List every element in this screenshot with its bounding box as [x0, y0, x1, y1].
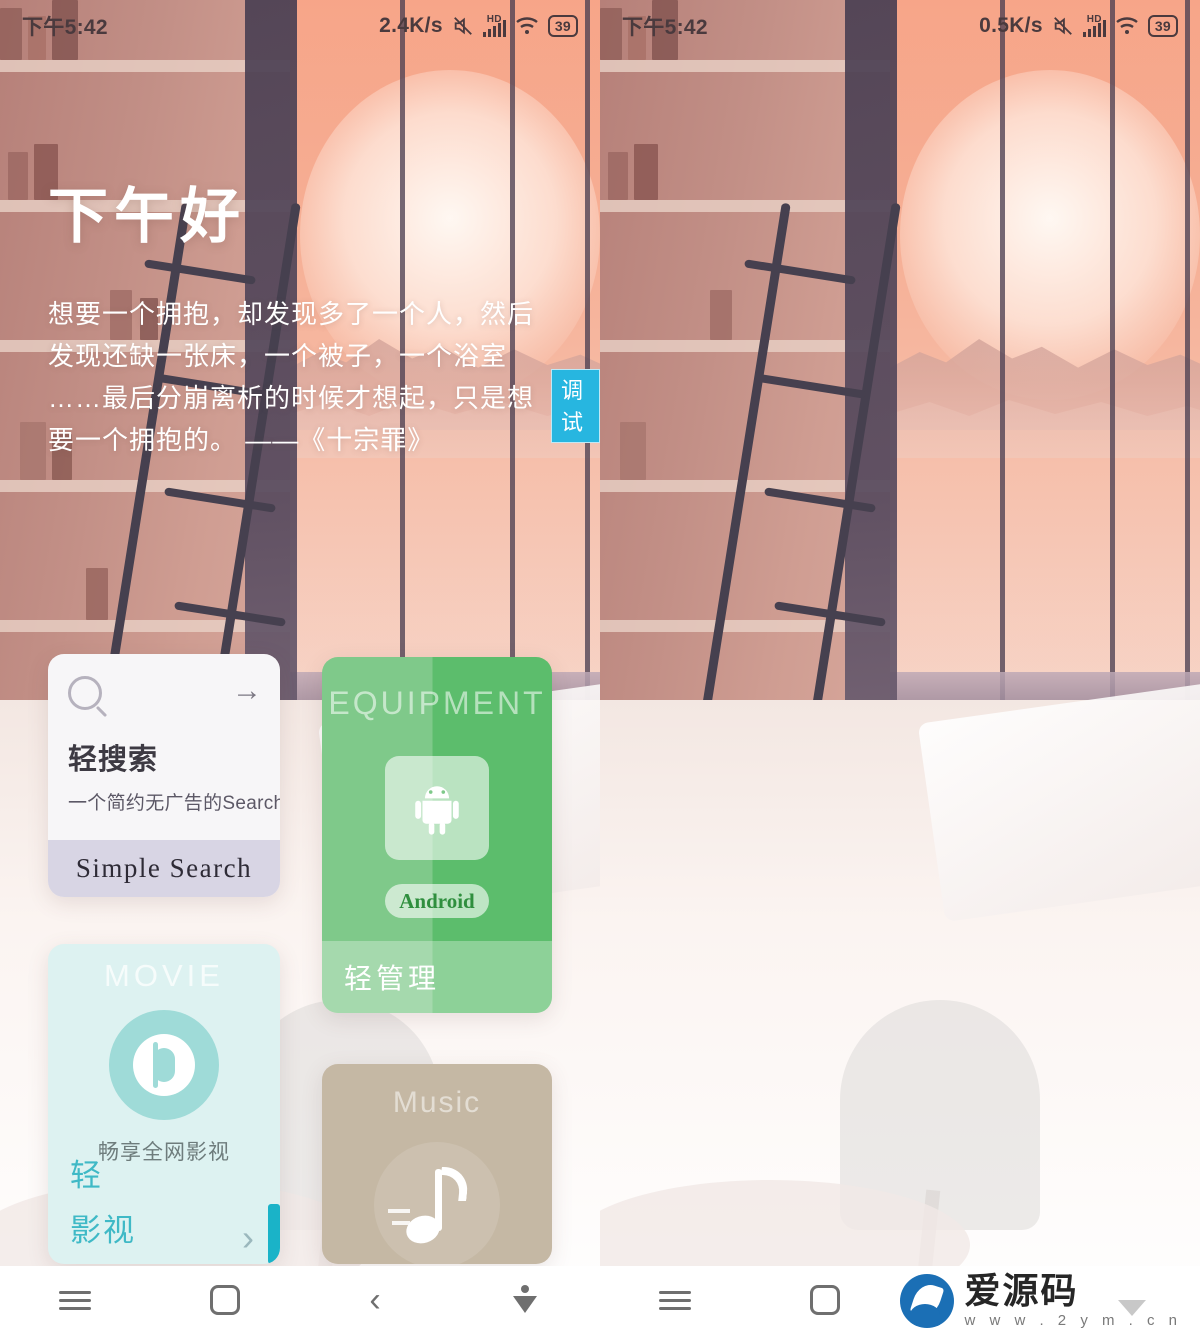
search-card-body: → 轻搜索 一个简约无广告的Search — [48, 654, 280, 840]
android-icon — [385, 756, 489, 860]
watermark: 爱源码 w w w . 2 y m . c n — [900, 1273, 1182, 1328]
left-phone-panel: 下午5:42 2.4K/s HD 39 下午好 想要一个拥抱，却发现多了一个人，… — [0, 0, 600, 1334]
ladder-rung — [164, 487, 276, 513]
chevron-right-icon[interactable]: › — [242, 1220, 254, 1256]
watermark-url: w w w . 2 y m . c n — [964, 1312, 1182, 1329]
card-music[interactable]: Music — [322, 1064, 552, 1264]
wifi-icon — [515, 16, 539, 36]
book — [86, 568, 108, 620]
window-mullion — [1000, 0, 1005, 700]
ladder-rung — [744, 259, 856, 285]
menu-icon — [659, 1286, 691, 1315]
ladder — [694, 200, 930, 760]
nav-back-button[interactable]: ‹ — [300, 1283, 450, 1317]
book — [620, 422, 646, 480]
mute-icon — [452, 15, 474, 37]
window-mullion — [1110, 0, 1115, 700]
sun-glow — [900, 70, 1200, 400]
arrow-right-icon[interactable]: → — [232, 676, 262, 706]
search-card-subtitle: 一个简约无广告的Search — [68, 793, 280, 814]
book — [634, 144, 658, 200]
movie-accent-tab — [268, 1204, 280, 1264]
download-icon — [510, 1285, 540, 1315]
ladder-rung — [754, 373, 866, 399]
debug-badge[interactable]: 调试 — [551, 369, 600, 443]
watermark-text: 爱源码 w w w . 2 y m . c n — [964, 1270, 1182, 1329]
card-equipment[interactable]: EQUIPMENT Android 轻管理 — [322, 657, 552, 1013]
search-icon — [68, 676, 102, 710]
signal-icon: HD — [1082, 15, 1106, 37]
battery-icon: 39 — [1147, 15, 1178, 37]
wallpaper-illustration — [600, 0, 1200, 1334]
nav-menu-button[interactable] — [0, 1286, 150, 1315]
greeting-quote: 想要一个拥抱，却发现多了一个人，然后发现还缺一张床，一个被子，一个浴室 ……最后… — [48, 299, 535, 456]
beats-logo-icon — [109, 1010, 219, 1120]
site-logo-icon — [900, 1273, 955, 1328]
music-header: Music — [392, 1086, 482, 1119]
status-bar: 下午5:42 0.5K/s HD 39 — [600, 0, 1200, 52]
card-movie[interactable]: MOVIE 畅享全网影视 轻 影视 › — [48, 944, 280, 1264]
nav-menu-button[interactable] — [600, 1286, 750, 1315]
wifi-icon — [1115, 16, 1139, 36]
signal-icon: HD — [482, 15, 506, 37]
nav-download-button[interactable] — [450, 1285, 600, 1315]
battery-icon: 39 — [547, 15, 578, 37]
watermark-caret-icon — [1118, 1300, 1146, 1316]
movie-line2: 影视 — [70, 1213, 136, 1248]
navigation-bar: ‹ — [0, 1266, 600, 1334]
movie-line1: 轻 — [70, 1158, 103, 1193]
music-note-icon — [374, 1142, 500, 1264]
book — [20, 422, 46, 480]
status-icons: 0.5K/s HD 39 — [979, 14, 1178, 38]
search-card-title: 轻搜索 — [68, 744, 159, 776]
status-icons: 2.4K/s HD 39 — [379, 14, 578, 38]
equipment-badge: Android — [385, 884, 489, 918]
signal-bars — [1082, 20, 1106, 37]
menu-icon — [59, 1286, 91, 1315]
book — [608, 152, 628, 200]
equipment-footer: 轻管理 — [322, 941, 552, 1013]
card-search[interactable]: → 轻搜索 一个简约无广告的Search Simple Search — [48, 654, 280, 897]
ladder-rung — [764, 487, 876, 513]
screenshot-root: 下午5:42 2.4K/s HD 39 下午好 想要一个拥抱，却发现多了一个人，… — [0, 0, 1200, 1334]
right-phone-panel: 下午5:42 0.5K/s HD 39 调试 MOVIE — [600, 0, 1200, 1334]
status-time: 下午5:42 — [22, 16, 108, 39]
network-speed: 2.4K/s — [379, 14, 443, 37]
signal-bars — [482, 20, 506, 37]
ladder-rail — [804, 202, 901, 758]
home-icon — [810, 1285, 840, 1315]
window-mullion — [585, 0, 590, 700]
movie-header: MOVIE — [104, 958, 224, 993]
watermark-name: 爱源码 — [964, 1270, 1079, 1311]
back-icon: ‹ — [369, 1281, 381, 1319]
note-glyph — [388, 1167, 472, 1248]
nav-home-button[interactable] — [150, 1285, 300, 1315]
greeting-title: 下午好 — [48, 183, 246, 250]
search-card-footer: Simple Search — [48, 840, 280, 897]
status-bar: 下午5:42 2.4K/s HD 39 — [0, 0, 600, 52]
movie-footer: 轻 影视 — [70, 1150, 136, 1250]
window-mullion — [1185, 0, 1190, 700]
nav-home-button[interactable] — [750, 1285, 900, 1315]
equipment-header: EQUIPMENT — [328, 685, 546, 721]
network-speed: 0.5K/s — [979, 14, 1043, 37]
status-time: 下午5:42 — [622, 16, 708, 39]
greeting-block: 下午好 想要一个拥抱，却发现多了一个人，然后发现还缺一张床，一个被子，一个浴室 … — [48, 168, 560, 461]
book — [8, 152, 28, 200]
mute-icon — [1052, 15, 1074, 37]
home-icon — [210, 1285, 240, 1315]
